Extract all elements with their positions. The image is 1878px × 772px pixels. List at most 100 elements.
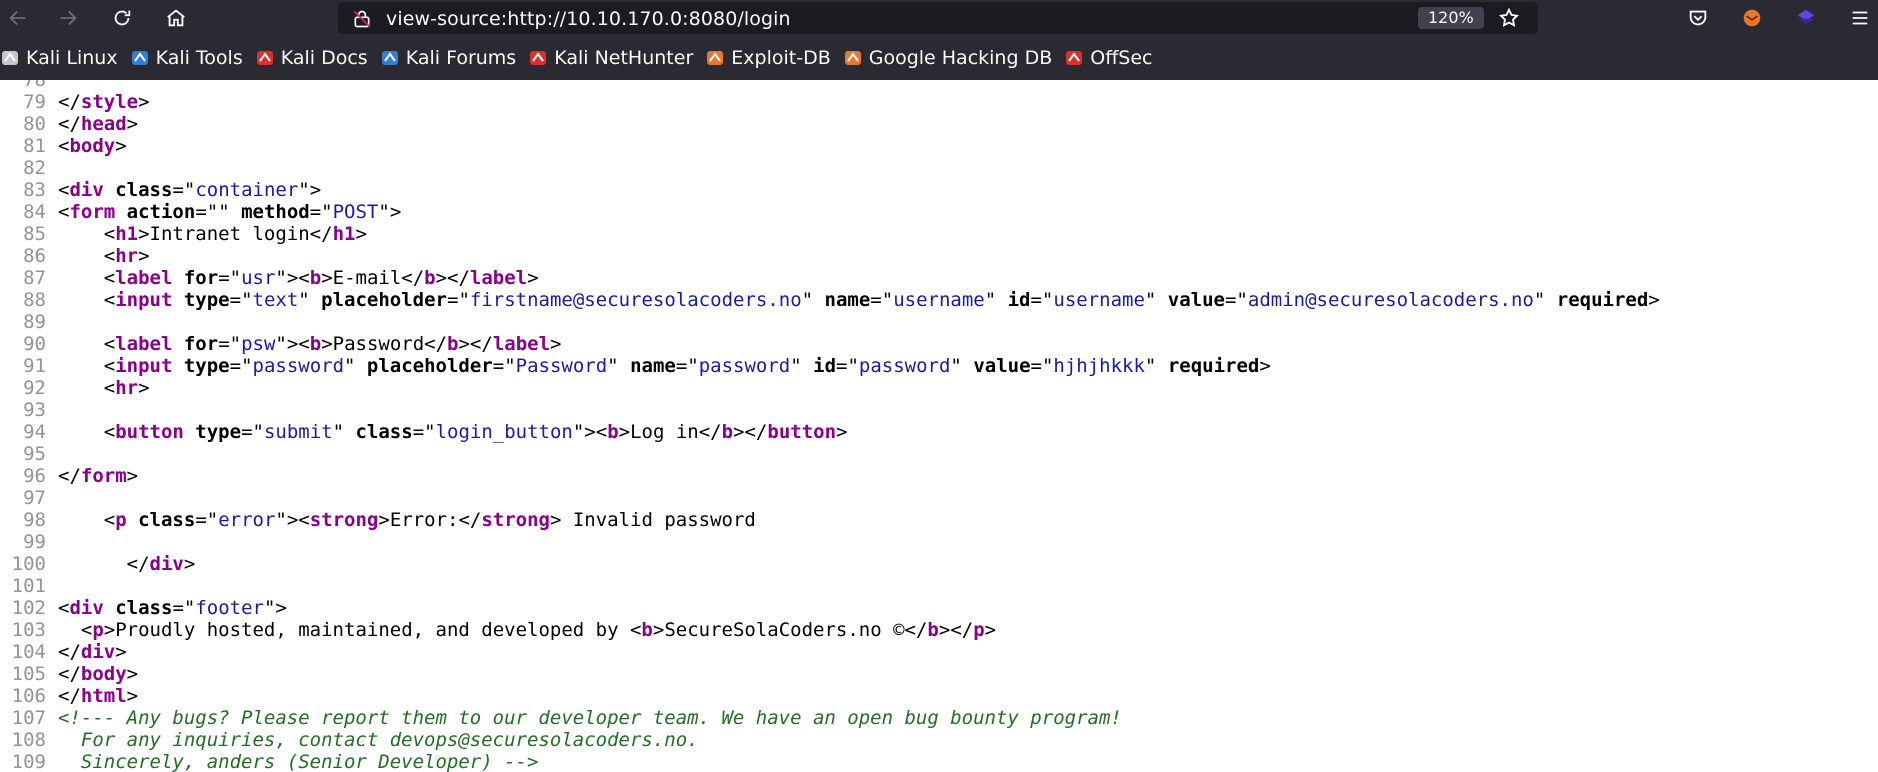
tag-name: style: [80, 91, 139, 113]
line-number: 87: [23, 267, 46, 289]
source-code: </form>: [58, 465, 138, 487]
extension-foxyproxy-button[interactable]: [1734, 0, 1770, 36]
attribute-value: container: [195, 179, 299, 201]
insecure-lock-icon[interactable]: [352, 9, 372, 29]
source-line: 102 <div class="footer">: [0, 597, 1660, 619]
source-text: <: [58, 223, 116, 245]
tag-name: label: [469, 267, 528, 289]
url-bar[interactable]: view-source:http://10.10.170.0:8080/logi…: [338, 2, 1538, 34]
source-text: [104, 597, 115, 619]
source-code: </style>: [58, 91, 150, 113]
source-code: <form action="" method="POST">: [58, 201, 401, 223]
tag-name: strong: [309, 509, 379, 531]
source-text: >: [1648, 289, 1660, 311]
source-text: <: [58, 421, 116, 443]
source-text: =": [229, 289, 253, 311]
tag-name: b: [424, 267, 436, 289]
line-number: 102: [11, 597, 46, 619]
url-text[interactable]: view-source:http://10.10.170.0:8080/logi…: [386, 8, 791, 30]
source-line: 97: [0, 487, 1660, 509]
home-button[interactable]: [158, 0, 194, 36]
extension-wappalyzer-button[interactable]: [1788, 0, 1824, 36]
source-line: 89: [0, 311, 1660, 333]
bookmark-star-icon[interactable]: [1498, 7, 1520, 29]
reload-button[interactable]: [104, 0, 140, 36]
bookmark-kali-nethunter[interactable]: Kali NetHunter: [524, 36, 701, 80]
source-text: [172, 333, 183, 355]
zoom-level-badge[interactable]: 120%: [1418, 7, 1484, 29]
bookmark-kali-tools[interactable]: Kali Tools: [126, 36, 251, 80]
source-text: </: [58, 465, 81, 487]
app-menu-button[interactable]: [1842, 0, 1878, 36]
line-number: 107: [11, 707, 46, 729]
bookmark-label: Kali Tools: [155, 47, 243, 69]
source-text: ></: [435, 267, 470, 289]
source-text: ></: [458, 333, 493, 355]
source-line: 100 </div>: [0, 553, 1660, 575]
line-number: 85: [23, 223, 46, 245]
source-text: =": [675, 355, 699, 377]
bookmark-exploit-db[interactable]: Exploit-DB: [701, 36, 838, 80]
line-number: 103: [11, 619, 46, 641]
source-line: 81 <body>: [0, 135, 1660, 157]
bookmark-kali-linux[interactable]: Kali Linux: [0, 36, 126, 80]
source-text: <: [58, 289, 116, 311]
source-text: >SecureSolaCoders.no ©</: [652, 619, 928, 641]
attribute-name: required: [1556, 289, 1649, 311]
attribute-value: submit: [263, 421, 333, 443]
line-number: 81: [23, 135, 46, 157]
attribute-value: admin@securesolacoders.no: [1247, 289, 1534, 311]
source-text: ": [801, 289, 825, 311]
source-line: 86 <hr>: [0, 245, 1660, 267]
source-line: 96 </form>: [0, 465, 1660, 487]
source-text: >: [126, 685, 139, 707]
line-number: 83: [23, 179, 46, 201]
source-text: >: [355, 223, 367, 245]
source-text: ></: [938, 619, 974, 641]
source-line: 109 Sincerely, anders (Senior Developer)…: [0, 751, 1660, 772]
source-text: >: [138, 377, 150, 399]
bookmark-kali-forums[interactable]: Kali Forums: [376, 36, 525, 80]
source-line: 107 <!--- Any bugs? Please report them to…: [0, 707, 1660, 729]
foxyproxy-icon: [1743, 9, 1761, 27]
source-code: <button type="submit" class="login_butto…: [58, 421, 848, 443]
source-text: >Password</: [321, 333, 448, 355]
source-text: [172, 355, 183, 377]
source-text: >E-mail</: [321, 267, 425, 289]
attribute-name: id: [813, 355, 837, 377]
bookmark-kali-docs[interactable]: Kali Docs: [251, 36, 376, 80]
source-text: >: [836, 421, 848, 443]
tag-name: body: [69, 135, 116, 157]
source-line: 85 <h1>Intranet login</h1>: [0, 223, 1660, 245]
source-text: <: [58, 179, 70, 201]
pocket-button[interactable]: [1680, 0, 1716, 36]
source-text: <: [58, 333, 116, 355]
source-text: [127, 509, 138, 531]
bookmark-offsec[interactable]: OffSec: [1060, 36, 1160, 80]
source-text: =": [172, 179, 196, 201]
source-text: ": [298, 289, 322, 311]
source-text: =": [229, 355, 253, 377]
tag-name: b: [927, 619, 939, 641]
kali-nethunter-icon: [530, 51, 547, 65]
source-line: 99: [0, 531, 1660, 553]
source-line: 79 </style>: [0, 91, 1660, 113]
source-code: </div>: [58, 553, 196, 575]
kali-docs-icon: [256, 51, 273, 65]
tag-name: form: [69, 201, 116, 223]
source-line: 78: [0, 80, 1660, 91]
source-text: <: [58, 619, 93, 641]
tag-name: p: [115, 509, 127, 531]
attribute-name: class: [115, 179, 173, 201]
source-line: 95: [0, 443, 1660, 465]
wappalyzer-icon: [1797, 9, 1815, 25]
line-number: 95: [23, 443, 46, 465]
line-number: 86: [23, 245, 46, 267]
source-text: ": [984, 289, 1008, 311]
line-number: 84: [23, 201, 46, 223]
bookmark-google-hacking-db[interactable]: Google Hacking DB: [839, 36, 1061, 80]
back-button[interactable]: [0, 0, 36, 36]
attribute-value: psw: [241, 333, 276, 355]
source-code: <hr>: [58, 245, 150, 267]
forward-button[interactable]: [50, 0, 86, 36]
